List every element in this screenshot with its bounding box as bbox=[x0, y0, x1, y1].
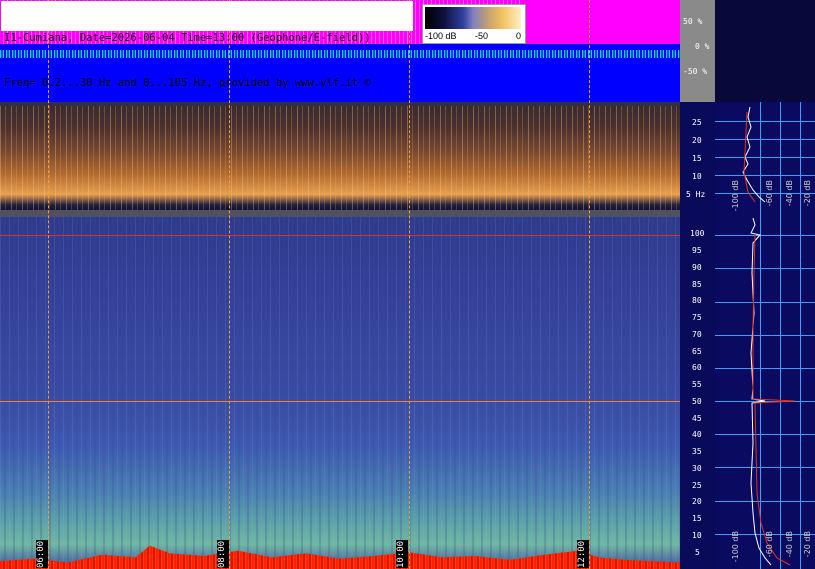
low-freq-tick: 5 Hz bbox=[686, 190, 706, 199]
high-freq-tick: 80 bbox=[692, 296, 702, 305]
color-scale-bar bbox=[425, 7, 521, 29]
side-db-label: -60 dB bbox=[765, 531, 774, 558]
high-freq-tick: 45 bbox=[692, 414, 702, 423]
high-freq-tick: 30 bbox=[692, 464, 702, 473]
low-freq-tick: 25 bbox=[692, 118, 702, 127]
legend-mid-label: -50 bbox=[475, 31, 489, 41]
legend-max-label: 0 bbox=[516, 31, 522, 41]
waveform-tick: -50 % bbox=[683, 67, 708, 76]
high-freq-tick: 90 bbox=[692, 263, 702, 272]
low-side-spectrum: -100 dB -60 dB -40 dB -20 dB bbox=[715, 102, 815, 213]
waveform-axis-bg bbox=[680, 0, 715, 102]
side-db-label: -100 dB bbox=[731, 180, 740, 212]
high-freq-tick: 60 bbox=[692, 363, 702, 372]
high-freq-tick: 70 bbox=[692, 330, 702, 339]
time-label: 08:00 bbox=[217, 540, 229, 568]
low-freq-tick: 20 bbox=[692, 136, 702, 145]
high-freq-tick: 40 bbox=[692, 430, 702, 439]
high-freq-tick: 95 bbox=[692, 246, 702, 255]
color-scale-legend: -100 dB -50 0 bbox=[422, 4, 526, 44]
high-freq-tick: 100 bbox=[690, 229, 705, 238]
high-freq-tick: 35 bbox=[692, 447, 702, 456]
side-db-label: -40 dB bbox=[785, 531, 794, 558]
high-frequency-spectrogram bbox=[0, 217, 680, 569]
chart-title-box: I1-Cumiana, Date=2026-06-04 Time=13:00 (… bbox=[1, 1, 413, 89]
title-line-1: I1-Cumiana, Date=2026-06-04 Time=13:00 (… bbox=[4, 32, 371, 44]
high-freq-tick: 15 bbox=[692, 514, 702, 523]
title-line-2: Freq= 0.2...30 Hz and 0...105 Hz, provid… bbox=[4, 77, 371, 89]
side-db-label: -100 dB bbox=[731, 531, 740, 563]
legend-min-label: -100 dB bbox=[425, 31, 457, 41]
low-freq-tick: 10 bbox=[692, 172, 702, 181]
side-blank-panel bbox=[715, 0, 815, 102]
waveform-tick: 0 % bbox=[695, 42, 710, 51]
high-freq-tick: 55 bbox=[692, 380, 702, 389]
high-freq-tick: 75 bbox=[692, 313, 702, 322]
high-freq-tick: 65 bbox=[692, 347, 702, 356]
high-freq-tick: 5 bbox=[695, 548, 700, 557]
side-db-label: -60 dB bbox=[765, 180, 774, 207]
high-side-spectrum: -100 dB -60 dB -40 dB -20 dB bbox=[715, 213, 815, 569]
side-db-label: -20 dB bbox=[803, 180, 812, 207]
high-freq-tick: 50 bbox=[692, 397, 702, 406]
panel-separator bbox=[0, 210, 680, 217]
time-marker-line bbox=[589, 0, 590, 569]
time-label: 06:00 bbox=[36, 540, 48, 568]
time-label: 10:00 bbox=[396, 540, 408, 568]
time-label: 12:00 bbox=[577, 540, 589, 568]
line-50hz bbox=[0, 401, 680, 402]
low-frequency-spectrogram bbox=[0, 106, 680, 210]
high-spectrum-trace bbox=[750, 217, 796, 566]
side-db-label: -40 dB bbox=[785, 180, 794, 207]
high-freq-tick: 85 bbox=[692, 280, 702, 289]
high-freq-tick: 10 bbox=[692, 531, 702, 540]
side-db-label: -20 dB bbox=[803, 531, 812, 558]
high-freq-tick: 25 bbox=[692, 481, 702, 490]
line-100hz bbox=[0, 235, 680, 236]
high-freq-tick: 20 bbox=[692, 497, 702, 506]
waveform-envelope-high bbox=[522, 0, 680, 44]
low-freq-tick: 15 bbox=[692, 154, 702, 163]
waveform-tick: 50 % bbox=[683, 17, 703, 26]
